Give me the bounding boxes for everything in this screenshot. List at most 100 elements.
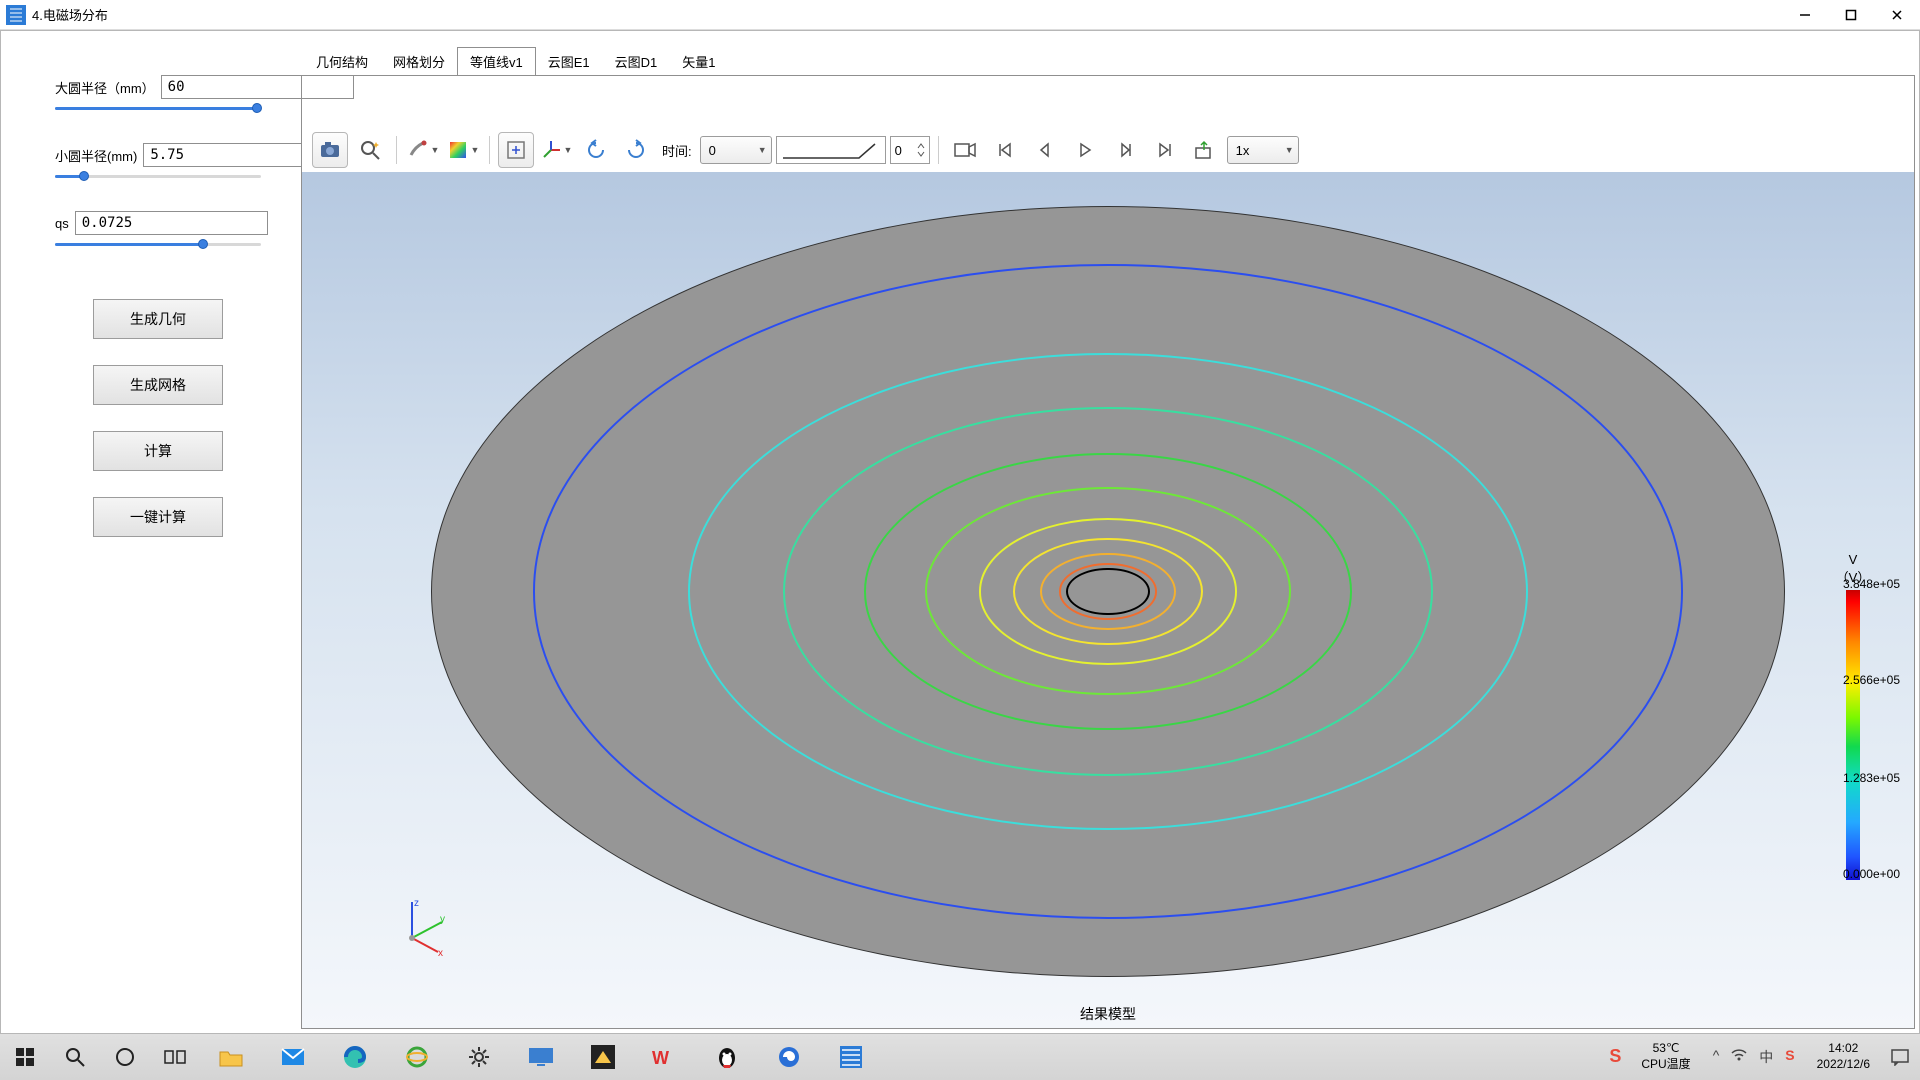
zoom-selection-button[interactable] xyxy=(352,132,388,168)
gear-icon xyxy=(467,1045,491,1069)
time-ramp[interactable] xyxy=(776,136,886,164)
skip-last-icon xyxy=(1156,141,1174,159)
tab-contour-v1[interactable]: 等值线v1 xyxy=(457,47,536,75)
chevron-down-icon: ▼ xyxy=(431,145,440,155)
comsol-icon xyxy=(840,1046,862,1068)
window-close-button[interactable] xyxy=(1874,0,1920,30)
taskbar-settings[interactable] xyxy=(448,1034,510,1080)
axes-icon xyxy=(540,139,562,161)
rainbow-cube-icon xyxy=(447,139,469,161)
time-select[interactable]: 0 ▼ xyxy=(700,136,772,164)
taskbar-mail[interactable] xyxy=(262,1034,324,1080)
legend-tick: 2.566e+05 xyxy=(1843,673,1900,687)
step-forward-icon xyxy=(1116,141,1134,159)
axis-triad: z y x xyxy=(392,896,452,956)
svg-text:y: y xyxy=(440,914,445,925)
tray-ime-sogou[interactable]: S xyxy=(1599,1045,1631,1068)
search-icon xyxy=(65,1047,85,1067)
tab-vector1[interactable]: 矢量1 xyxy=(669,47,728,75)
brush-icon xyxy=(407,139,429,161)
generate-mesh-button[interactable]: 生成网格 xyxy=(93,365,223,405)
prev-frame-button[interactable] xyxy=(1027,132,1063,168)
client-area: 大圆半径（mm） 小圆半径(mm) qs xyxy=(0,30,1920,1034)
tray-ime-icon[interactable]: 中 xyxy=(1759,1047,1773,1067)
zoom-extents-button[interactable] xyxy=(498,132,534,168)
start-button[interactable] xyxy=(0,1034,50,1080)
qs-input[interactable] xyxy=(75,211,268,235)
color-table-dropdown[interactable]: ▼ xyxy=(445,132,481,168)
tray-date: 2022/12/6 xyxy=(1817,1057,1870,1073)
export-animation-button[interactable] xyxy=(1187,132,1223,168)
taskbar-explorer[interactable] xyxy=(200,1034,262,1080)
window-title: 4.电磁场分布 xyxy=(32,5,1782,24)
tray-wifi-icon[interactable] xyxy=(1731,1047,1747,1067)
rotate-cw-button[interactable] xyxy=(618,132,654,168)
result-tabs: 几何结构 网格划分 等值线v1 云图E1 云图D1 矢量1 xyxy=(303,49,728,75)
tray-cpu-label: CPU温度 xyxy=(1641,1057,1690,1073)
tab-cloud-d1[interactable]: 云图D1 xyxy=(602,47,671,75)
export-icon xyxy=(1194,140,1216,160)
playback-speed-select[interactable]: 1x ▼ xyxy=(1227,136,1299,164)
param-small-radius: 小圆半径(mm) xyxy=(55,143,261,183)
generate-geometry-button[interactable]: 生成几何 xyxy=(93,299,223,339)
wps-icon: W xyxy=(652,1046,678,1068)
play-button[interactable] xyxy=(1067,132,1103,168)
view-direction-dropdown[interactable]: ▼ xyxy=(538,132,574,168)
tray-clock[interactable]: 14:02 2022/12/6 xyxy=(1807,1041,1880,1072)
taskbar-browser2[interactable] xyxy=(758,1034,820,1080)
step-back-icon xyxy=(1036,141,1054,159)
cortana-button[interactable] xyxy=(100,1034,150,1080)
tray-chevron-up-icon[interactable]: ^ xyxy=(1713,1047,1720,1067)
taskbar-qq[interactable] xyxy=(696,1034,758,1080)
small-radius-slider[interactable] xyxy=(55,169,261,183)
qs-slider[interactable] xyxy=(55,237,261,251)
snapshot-button[interactable] xyxy=(312,132,348,168)
first-frame-button[interactable] xyxy=(987,132,1023,168)
edge-icon xyxy=(343,1045,367,1069)
calculate-button[interactable]: 计算 xyxy=(93,431,223,471)
frame-index-input[interactable]: 0 xyxy=(890,136,930,164)
fit-extents-icon xyxy=(506,140,526,160)
stepper-arrows-icon xyxy=(917,141,925,159)
rotate-ccw-button[interactable] xyxy=(578,132,614,168)
taskbar-edge[interactable] xyxy=(324,1034,386,1080)
magnifier-sparkle-icon xyxy=(358,138,382,162)
search-button[interactable] xyxy=(50,1034,100,1080)
tab-mesh[interactable]: 网格划分 xyxy=(380,47,458,75)
frame-index-value: 0 xyxy=(895,143,902,158)
playback-speed-value: 1x xyxy=(1236,143,1250,158)
taskbar-wps[interactable]: W xyxy=(634,1034,696,1080)
tray-action-center[interactable] xyxy=(1880,1048,1920,1066)
chevron-down-icon: ▼ xyxy=(1285,145,1294,155)
next-frame-button[interactable] xyxy=(1107,132,1143,168)
taskbar-app-yellow[interactable] xyxy=(572,1034,634,1080)
task-view-button[interactable] xyxy=(150,1034,200,1080)
tab-geometry[interactable]: 几何结构 xyxy=(303,47,381,75)
canvas-caption: 结果模型 xyxy=(1080,1004,1136,1024)
taskbar-ie[interactable] xyxy=(386,1034,448,1080)
svg-text:z: z xyxy=(414,898,419,909)
color-legend: V （V） 3.848e+052.566e+051.283e+050.000e+… xyxy=(1806,552,1900,880)
chevron-down-icon: ▼ xyxy=(564,145,573,155)
chevron-down-icon: ▼ xyxy=(471,145,480,155)
tray-temp-value: 53℃ xyxy=(1641,1041,1690,1057)
graphics-panel: ▼ ▼ ▼ 时间: 0 ▼ xyxy=(301,75,1915,1029)
contour-host xyxy=(431,206,1785,976)
tray-sogou2-icon[interactable]: S xyxy=(1785,1047,1794,1067)
window-maximize-button[interactable] xyxy=(1828,0,1874,30)
legend-tick: 1.283e+05 xyxy=(1843,771,1900,785)
one-key-calc-button[interactable]: 一键计算 xyxy=(93,497,223,537)
last-frame-button[interactable] xyxy=(1147,132,1183,168)
big-radius-slider[interactable] xyxy=(55,101,261,115)
graphics-canvas[interactable]: z y x V （V） 3.848e+052.566e+051.283e+050… xyxy=(302,172,1914,1028)
tab-cloud-e1[interactable]: 云图E1 xyxy=(535,47,603,75)
window-minimize-button[interactable] xyxy=(1782,0,1828,30)
scene-light-dropdown[interactable]: ▼ xyxy=(405,132,441,168)
record-button[interactable] xyxy=(947,132,983,168)
taskbar-comsol[interactable] xyxy=(820,1034,882,1080)
taskbar-monitor[interactable] xyxy=(510,1034,572,1080)
tray-temperature[interactable]: 53℃ CPU温度 xyxy=(1631,1041,1700,1072)
app-icon xyxy=(6,5,26,25)
mail-icon xyxy=(280,1047,306,1067)
rotate-ccw-icon xyxy=(585,139,607,161)
